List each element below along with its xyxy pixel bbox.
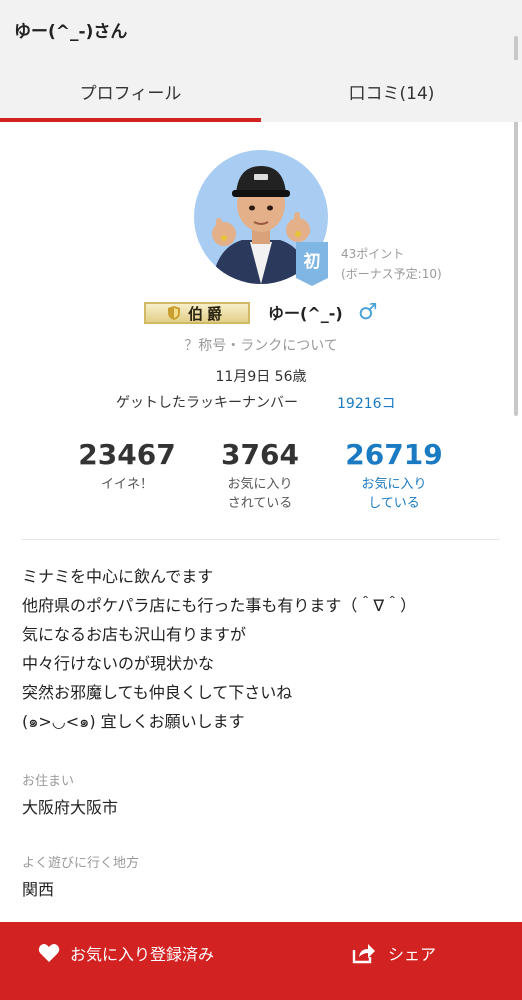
- favorited-label-line2: されている: [227, 496, 293, 511]
- birthday-age: 11月9日 56歳: [215, 369, 307, 385]
- likes-label: イイネ！: [100, 477, 153, 492]
- username: ゆー(^_-): [268, 304, 343, 323]
- male-icon: ♂: [358, 300, 378, 325]
- rank-title: 伯爵: [187, 304, 226, 323]
- bio-line: 気になるお店も沢山有りますが: [22, 625, 247, 644]
- beginner-badge-icon: 初: [292, 240, 332, 286]
- bio-line: ミナミを中心に飲んでます: [22, 567, 214, 586]
- bonus-points: (ボーナス予定:10): [341, 267, 442, 281]
- share-button-label: シェア: [388, 945, 437, 964]
- bio-text: ミナミを中心に飲んでます 他府県のポケパラ店にも行った事も有ります（＾∇＾） 気…: [22, 562, 502, 736]
- heart-icon: [38, 944, 60, 962]
- bio-line: 突然お邪魔しても仲良くして下さいね: [22, 683, 293, 702]
- stat-likes: 23467 イイネ！: [67, 438, 187, 494]
- stat-favorited: 3764 お気に入り されている: [200, 438, 320, 513]
- action-bar: お気に入り登録済み シェア: [0, 922, 522, 1000]
- favoriting-label-line1[interactable]: お気に入り: [334, 475, 454, 494]
- favorited-label-line1: お気に入り: [227, 477, 293, 492]
- favorited-count: 3764: [221, 438, 299, 471]
- tab-profile[interactable]: プロフィール: [0, 60, 261, 122]
- frequent-area-value: 関西: [22, 880, 55, 899]
- share-button[interactable]: シェア: [352, 940, 436, 966]
- active-tab-indicator: [0, 118, 261, 122]
- rank-help-link[interactable]: ？称号・ランクについて: [0, 335, 522, 355]
- shield-icon: [167, 306, 180, 320]
- favorite-button[interactable]: お気に入り登録済み: [38, 940, 214, 966]
- bio-line: (๑>◡<๑) 宜しくお願いします: [22, 712, 245, 731]
- favoriting-label[interactable]: お気に入り している: [334, 475, 454, 513]
- beginner-badge-text: 初: [304, 251, 321, 272]
- favoriting-label-line2[interactable]: している: [334, 494, 454, 513]
- stat-favoriting[interactable]: 26719 お気に入り している: [334, 438, 454, 513]
- points-value: 43ポイント: [341, 247, 405, 261]
- frequent-area-label: よく遊びに行く地方: [22, 856, 140, 871]
- bio-line: 中々行けないのが現状かな: [22, 654, 215, 673]
- share-icon: [352, 944, 375, 964]
- tab-bar: プロフィール 口コミ(14): [0, 60, 522, 122]
- residence-value: 大阪府大阪市: [22, 798, 119, 817]
- app-header: ゆー(^_-)さん: [0, 0, 522, 60]
- residence-label: お住まい: [22, 774, 75, 789]
- divider: [22, 539, 500, 540]
- page-title: ゆー(^_-)さん: [14, 22, 128, 42]
- lucky-number-label: ゲットしたラッキーナンバー: [116, 395, 298, 411]
- likes-count: 23467: [78, 438, 176, 471]
- favorite-button-label: お気に入り登録済み: [70, 945, 215, 964]
- lucky-number-value[interactable]: 19216コ: [337, 393, 396, 413]
- favoriting-count[interactable]: 26719: [334, 438, 454, 472]
- favorited-label: お気に入り されている: [200, 475, 320, 513]
- bio-line: 他府県のポケパラ店にも行った事も有ります（＾∇＾）: [22, 596, 417, 615]
- rank-badge: 伯爵: [144, 302, 250, 324]
- points-info: 43ポイント (ボーナス予定:10): [341, 244, 442, 284]
- tab-reviews[interactable]: 口コミ(14): [261, 60, 522, 122]
